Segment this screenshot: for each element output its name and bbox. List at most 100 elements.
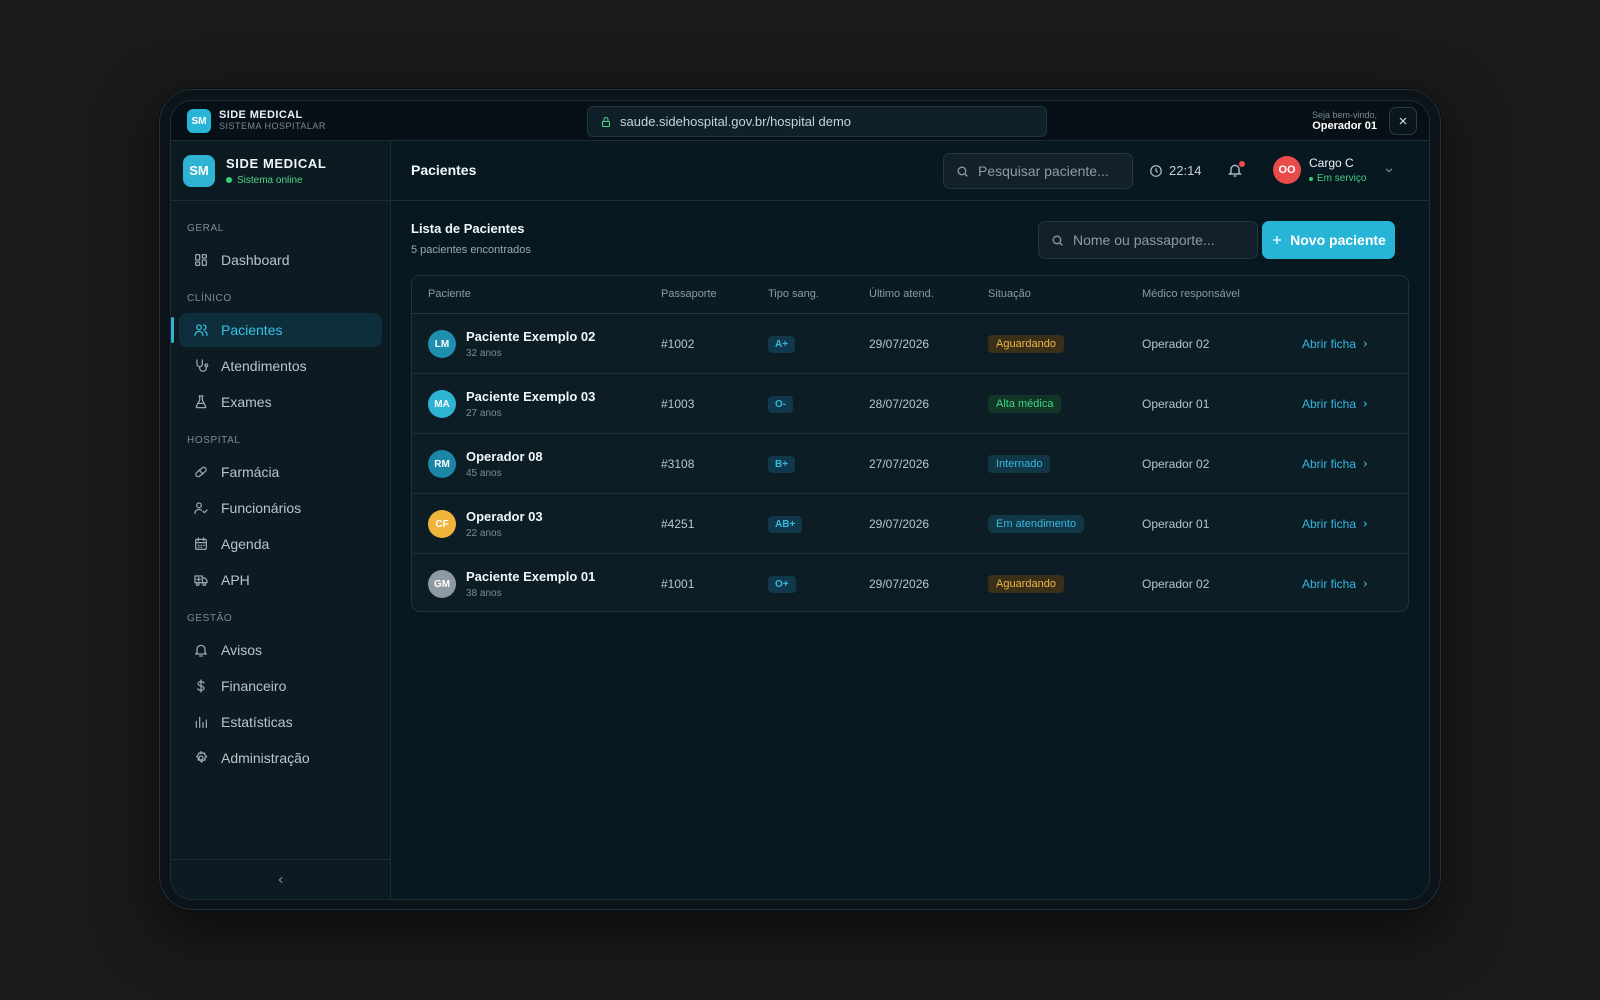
sidebar-item-label: Pacientes	[221, 322, 283, 338]
patient-search	[943, 153, 1133, 189]
nav-section-label: GERAL	[187, 223, 224, 234]
collapse-sidebar-button[interactable]	[171, 859, 390, 899]
last-visit-cell: 29/07/2026	[869, 314, 929, 374]
system-status-text: Sistema online	[237, 174, 303, 186]
avatar: LM	[428, 330, 456, 358]
open-record-link[interactable]: Abrir ficha	[1302, 374, 1369, 434]
url-text: saude.sidehospital.gov.br/hospital demo	[620, 114, 852, 129]
open-record-label: Abrir ficha	[1302, 457, 1357, 471]
ambulance-icon	[194, 575, 208, 586]
last-visit-cell: 28/07/2026	[869, 374, 929, 434]
user-menu[interactable]: OO Cargo C Em serviço	[1273, 156, 1394, 184]
chevron-right-icon	[1363, 581, 1368, 587]
avatar: OO	[1273, 156, 1301, 184]
sidebar-item-agenda[interactable]: Agenda	[179, 527, 382, 561]
welcome-user: Operador 01	[1312, 120, 1377, 132]
open-record-link[interactable]: Abrir ficha	[1302, 494, 1369, 554]
patient-name: Paciente Exemplo 02	[466, 329, 596, 344]
open-record-link[interactable]: Abrir ficha	[1302, 554, 1369, 611]
blood-type-badge: A+	[768, 335, 796, 353]
patient-name: Operador 08	[466, 449, 543, 464]
doctor-name: Operador 02	[1142, 577, 1210, 591]
status-cell: Em atendimento	[988, 494, 1085, 554]
sidebar-item-estatisticas[interactable]: Estatísticas	[179, 705, 382, 739]
chevron-right-icon	[1363, 341, 1368, 347]
passport-number: #1002	[661, 337, 695, 351]
blood-cell: O-	[768, 374, 794, 434]
user-status-text: Em serviço	[1317, 173, 1367, 184]
search-icon	[957, 166, 968, 177]
doctor-cell: Operador 01	[1142, 374, 1209, 434]
passport-number: #3108	[661, 457, 695, 471]
sidebar-item-dashboard[interactable]: Dashboard	[179, 243, 382, 277]
doctor-name: Operador 02	[1142, 457, 1210, 471]
status-cell: Internado	[988, 434, 1051, 494]
sidebar-item-atendimentos[interactable]: Atendimentos	[179, 349, 382, 383]
sidebar-item-farmacia[interactable]: Farmácia	[179, 455, 382, 489]
passport-cell: #1002	[661, 314, 694, 374]
close-button[interactable]	[1389, 107, 1417, 135]
notifications-button[interactable]	[1227, 161, 1245, 181]
blood-type-badge: B+	[768, 455, 796, 473]
table-row[interactable]: RM Operador 08 45 anos #3108 B+ 27/07/2026 Int…	[412, 434, 1408, 494]
blood-cell: B+	[768, 434, 796, 494]
patient-search-input[interactable]	[978, 163, 1128, 179]
new-patient-label: Novo paciente	[1290, 232, 1386, 248]
notification-dot	[1239, 161, 1245, 167]
table-row[interactable]: CF Operador 03 22 anos #4251 AB+ 29/07/2026 Em…	[412, 494, 1408, 554]
patient-age: 32 anos	[466, 348, 502, 359]
sidebar-item-avisos[interactable]: Avisos	[179, 633, 382, 667]
sidebar-item-label: Exames	[221, 394, 272, 410]
patient-age: 38 anos	[466, 588, 502, 599]
url-bar[interactable]: saude.sidehospital.gov.br/hospital demo	[587, 106, 1047, 137]
doctor-cell: Operador 02	[1142, 314, 1209, 374]
doctor-name: Operador 01	[1142, 517, 1210, 531]
status-badge: Aguardando	[988, 335, 1064, 353]
online-dot	[226, 177, 232, 183]
table-row[interactable]: MA Paciente Exemplo 03 27 anos #1003 O- 28/07…	[412, 374, 1408, 434]
doctor-cell: Operador 01	[1142, 494, 1209, 554]
list-search-input[interactable]	[1073, 232, 1223, 248]
table-header: Paciente Passaporte Tipo sang. Último at…	[412, 276, 1408, 314]
sidebar-item-administracao[interactable]: Administração	[179, 741, 382, 775]
sidebar-nav: GERAL Dashboard CLÍNICO Pacientes Atendiment…	[171, 223, 390, 775]
column-header-patient: Paciente	[428, 288, 471, 300]
last-visit-date: 29/07/2026	[869, 517, 930, 531]
calendar-icon	[195, 537, 207, 550]
table-row[interactable]: LM Paciente Exemplo 02 32 anos #1002 A+ 29/07…	[412, 314, 1408, 374]
dashboard-icon	[195, 254, 207, 266]
top-title: SIDE MEDICAL	[219, 109, 303, 121]
sidebar-item-label: Farmácia	[221, 464, 280, 480]
avatar: MA	[428, 390, 456, 418]
column-header-status: Situação	[988, 288, 1031, 300]
sidebar-item-pacientes[interactable]: Pacientes	[171, 313, 382, 347]
last-visit-cell: 29/07/2026	[869, 554, 929, 611]
sidebar-item-label: Financeiro	[221, 678, 287, 694]
patient-age: 27 anos	[466, 408, 502, 419]
chevron-right-icon	[1363, 461, 1368, 467]
main-header: Pacientes 22:14 OO Cargo C Em serviço	[391, 141, 1429, 201]
column-header-passport: Passaporte	[661, 288, 717, 300]
patient-cell: RM Operador 08 45 anos	[428, 434, 543, 494]
sidebar-item-funcionarios[interactable]: Funcionários	[179, 491, 382, 525]
chevron-right-icon	[1363, 521, 1368, 527]
sidebar-item-exames[interactable]: Exames	[179, 385, 382, 419]
sidebar-item-aph[interactable]: APH	[179, 563, 382, 597]
blood-type-badge: O-	[768, 395, 794, 413]
new-patient-button[interactable]: Novo paciente	[1262, 221, 1395, 259]
open-record-link[interactable]: Abrir ficha	[1302, 434, 1369, 494]
open-record-link[interactable]: Abrir ficha	[1302, 314, 1369, 374]
sidebar-header: SM SIDE MEDICAL Sistema online	[171, 141, 390, 201]
sidebar-title: SIDE MEDICAL	[226, 155, 327, 171]
blood-cell: AB+	[768, 494, 803, 554]
page-title: Pacientes	[411, 162, 477, 178]
sidebar-item-financeiro[interactable]: Financeiro	[179, 669, 382, 703]
nav-section-label: HOSPITAL	[187, 435, 241, 446]
table-row[interactable]: GM Paciente Exemplo 01 38 anos #1001 O+ 29/07…	[412, 554, 1408, 611]
list-count: 5 pacientes encontrados	[411, 244, 531, 256]
clock-time: 22:14	[1169, 163, 1202, 178]
main-content: Pacientes 22:14 OO Cargo C Em serviço	[391, 141, 1429, 899]
blood-type-badge: O+	[768, 575, 796, 593]
sidebar-item-label: Administração	[221, 750, 310, 766]
patients-table: Paciente Passaporte Tipo sang. Último at…	[411, 275, 1409, 612]
